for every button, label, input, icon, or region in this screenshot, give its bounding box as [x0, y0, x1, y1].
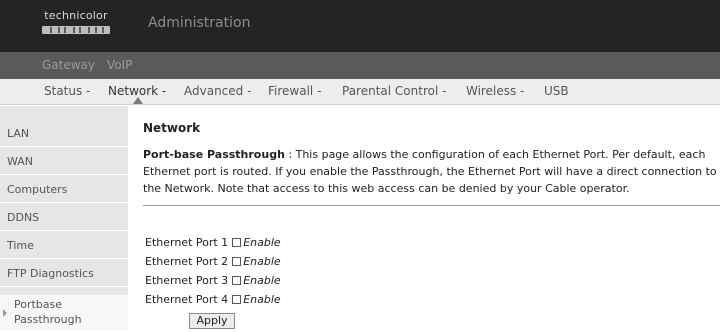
- page-description: Port-base Passthrough : This page allows…: [143, 146, 717, 197]
- technicolor-logo: technicolor: [36, 9, 116, 39]
- page-title: Network: [143, 121, 201, 135]
- port-1-enable-checkbox[interactable]: [232, 238, 242, 247]
- description-term: Port-base Passthrough: [143, 148, 285, 161]
- port-row-2: Ethernet Port 2 Enable: [145, 255, 281, 268]
- nav-parental-control[interactable]: Parental Control -: [342, 84, 446, 98]
- active-item-arrow-icon: [3, 309, 7, 317]
- port-4-enable-checkbox[interactable]: [232, 295, 242, 304]
- active-tab-indicator-icon: [133, 97, 143, 104]
- port-3-enable-checkbox[interactable]: [232, 276, 242, 285]
- sidebar-item-computers[interactable]: Computers: [0, 176, 128, 203]
- enable-label: Enable: [243, 293, 281, 306]
- primary-nav: Gateway VoIP: [0, 52, 720, 79]
- header-bar: technicolor Administration: [0, 0, 720, 52]
- sidebar-item-portbase-passthrough[interactable]: Portbase Passthrough: [0, 295, 128, 332]
- port-row-1: Ethernet Port 1 Enable: [145, 236, 281, 249]
- enable-label: Enable: [243, 255, 281, 268]
- sidebar-item-lan[interactable]: LAN: [0, 120, 128, 147]
- nav-wireless[interactable]: Wireless -: [466, 84, 524, 98]
- sidebar-item-label-line1: Portbase: [14, 298, 63, 311]
- secondary-nav: Status - Network - Advanced - Firewall -…: [0, 79, 720, 105]
- port-label: Ethernet Port 4: [145, 293, 229, 306]
- nav-usb[interactable]: USB: [544, 84, 569, 98]
- nav-status[interactable]: Status -: [44, 84, 90, 98]
- nav-firewall[interactable]: Firewall -: [268, 84, 321, 98]
- port-2-enable-checkbox[interactable]: [232, 257, 242, 266]
- port-label: Ethernet Port 2: [145, 255, 229, 268]
- apply-button[interactable]: Apply: [189, 313, 235, 329]
- port-row-4: Ethernet Port 4 Enable: [145, 293, 281, 306]
- logo-text: technicolor: [44, 9, 108, 22]
- port-label: Ethernet Port 1: [145, 236, 229, 249]
- sidebar-item-label-line2: Passthrough: [14, 313, 82, 326]
- sidebar-item-ddns[interactable]: DDNS: [0, 204, 128, 231]
- nav-voip[interactable]: VoIP: [107, 58, 132, 72]
- port-label: Ethernet Port 3: [145, 274, 229, 287]
- nav-advanced[interactable]: Advanced -: [184, 84, 251, 98]
- sidebar-item-time[interactable]: Time: [0, 232, 128, 259]
- enable-label: Enable: [243, 236, 281, 249]
- description-separator: :: [284, 148, 296, 161]
- app-title: Administration: [148, 15, 251, 31]
- nav-network[interactable]: Network -: [108, 84, 166, 98]
- sidebar-item-wan[interactable]: WAN: [0, 148, 128, 175]
- nav-gateway[interactable]: Gateway: [42, 58, 95, 72]
- port-row-3: Ethernet Port 3 Enable: [145, 274, 281, 287]
- sidebar-item-ftp-diagnostics[interactable]: FTP Diagnostics: [0, 260, 128, 287]
- enable-label: Enable: [243, 274, 281, 287]
- logo-bar-graphic: [42, 26, 110, 34]
- divider: [143, 205, 720, 206]
- sidebar: LAN WAN Computers DDNS Time FTP Diagnost…: [0, 106, 128, 332]
